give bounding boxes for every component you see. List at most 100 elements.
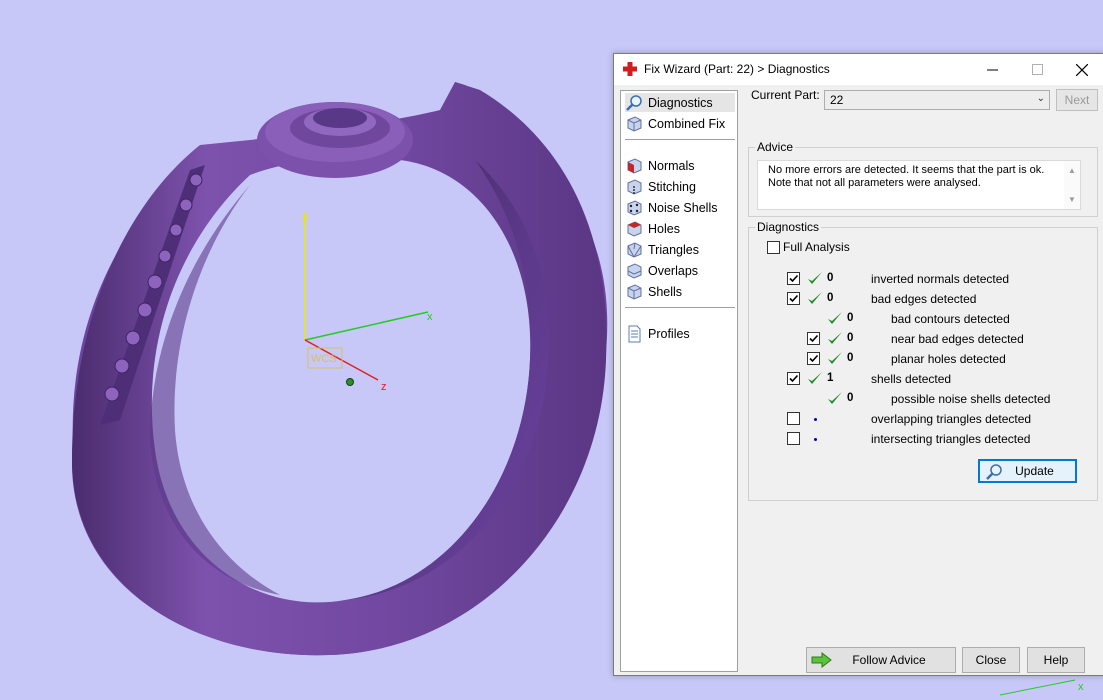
row-checkbox[interactable]: [807, 352, 820, 365]
update-label: Update: [1015, 464, 1054, 478]
close-button[interactable]: Close: [962, 647, 1020, 673]
nav-item-overlaps[interactable]: Overlaps: [625, 261, 735, 280]
wizard-navigation: Diagnostics Combined Fix Normals Stitchi…: [620, 90, 738, 672]
close-icon: [1076, 63, 1088, 76]
nav-item-holes[interactable]: Holes: [625, 219, 735, 238]
nav-label-triangles: Triangles: [648, 242, 699, 257]
row-count: 0: [827, 272, 834, 284]
nav-label-stitching: Stitching: [648, 179, 696, 194]
scroll-up-icon: ▲: [1068, 166, 1076, 175]
green-checkmark-icon: [806, 270, 824, 288]
holes-icon: [627, 220, 642, 237]
shells-icon: [627, 283, 642, 300]
nav-item-combined-fix[interactable]: Combined Fix: [625, 114, 735, 133]
x-axis-label: x: [427, 311, 433, 323]
row-count: 0: [827, 292, 834, 304]
close-label: Close: [975, 653, 1007, 667]
row-checkbox[interactable]: [787, 412, 800, 425]
minimize-button[interactable]: [969, 54, 1015, 85]
current-part-select[interactable]: 22 ⌄: [824, 90, 1050, 110]
row-count: 1: [827, 372, 834, 384]
advice-line-2: Note that not all parameters were analys…: [768, 177, 981, 189]
maximize-button[interactable]: [1014, 54, 1060, 85]
row-count: 0: [847, 332, 854, 344]
nav-label-overlaps: Overlaps: [648, 263, 699, 278]
row-label: possible noise shells detected: [891, 392, 1051, 406]
green-arrow-icon: [811, 652, 832, 668]
row-label: intersecting triangles detected: [871, 432, 1031, 446]
pending-dot-icon: [814, 438, 817, 441]
nav-label-profiles: Profiles: [648, 326, 690, 341]
row-label: bad contours detected: [891, 312, 1010, 326]
row-checkbox[interactable]: [787, 432, 800, 445]
green-checkmark-icon: [806, 290, 824, 308]
advice-scrollbar[interactable]: ▲ ▼: [1064, 161, 1080, 209]
help-label: Help: [1043, 653, 1069, 667]
fix-wizard-dialog: Fix Wizard (Part: 22) > Diagnostics Diag…: [613, 53, 1103, 676]
row-label: shells detected: [871, 372, 952, 386]
cube-icon: [627, 115, 642, 132]
red-cross-icon: [623, 62, 637, 76]
row-checkbox[interactable]: [787, 292, 800, 305]
full-analysis-checkbox[interactable]: [767, 241, 780, 254]
nav-divider: [625, 307, 735, 308]
follow-advice-button[interactable]: Follow Advice: [806, 647, 956, 673]
scroll-down-icon: ▼: [1068, 195, 1076, 204]
magnifier-icon: [986, 464, 1002, 480]
next-button-label: Next: [1064, 93, 1090, 107]
noise-shells-icon: [627, 199, 642, 216]
nav-item-profiles[interactable]: Profiles: [625, 324, 735, 343]
row-label: planar holes detected: [891, 352, 1006, 366]
next-button[interactable]: Next: [1056, 89, 1098, 111]
advice-text-box[interactable]: No more errors are detected. It seems th…: [757, 160, 1081, 210]
row-count: 0: [847, 312, 854, 324]
current-part-value: 22: [830, 93, 844, 107]
normals-icon: [627, 157, 642, 174]
nav-label-diagnostics: Diagnostics: [648, 95, 713, 110]
nav-item-normals[interactable]: Normals: [625, 156, 735, 175]
full-analysis-label: Full Analysis: [783, 240, 850, 254]
nav-label-holes: Holes: [648, 221, 680, 236]
maximize-icon: [1031, 64, 1043, 75]
z-axis-label: z: [381, 381, 387, 393]
help-button[interactable]: Help: [1027, 647, 1085, 673]
row-checkbox[interactable]: [787, 272, 800, 285]
advice-line-1: No more errors are detected. It seems th…: [768, 164, 1045, 176]
nav-item-noise-shells[interactable]: Noise Shells: [625, 198, 735, 217]
document-icon: [628, 325, 641, 342]
current-part-label: Current Part:: [751, 88, 820, 102]
row-label: near bad edges detected: [891, 332, 1024, 346]
row-label: bad edges detected: [871, 292, 977, 306]
update-button[interactable]: Update: [978, 459, 1077, 483]
row-count: 0: [847, 392, 854, 404]
row-checkbox[interactable]: [787, 372, 800, 385]
advice-group: Advice No more errors are detected. It s…: [748, 140, 1098, 217]
row-checkbox[interactable]: [807, 332, 820, 345]
nav-item-shells[interactable]: Shells: [625, 282, 735, 301]
green-checkmark-icon: [826, 330, 844, 348]
nav-label-shells: Shells: [648, 284, 683, 299]
close-window-button[interactable]: [1059, 54, 1103, 85]
pending-dot-icon: [814, 418, 817, 421]
green-checkmark-icon: [826, 390, 844, 408]
nav-item-stitching[interactable]: Stitching: [625, 177, 735, 196]
stitching-icon: [627, 178, 642, 195]
nav-item-triangles[interactable]: Triangles: [625, 240, 735, 259]
row-label: overlapping triangles detected: [871, 412, 1032, 426]
overlaps-icon: [627, 262, 642, 279]
nav-item-diagnostics[interactable]: Diagnostics: [625, 93, 735, 112]
nav-divider: [625, 139, 735, 140]
green-checkmark-icon: [826, 310, 844, 328]
wcs-label: WCS: [311, 353, 337, 365]
green-checkmark-icon: [826, 350, 844, 368]
svg-text:x: x: [1078, 681, 1084, 693]
title-bar[interactable]: Fix Wizard (Part: 22) > Diagnostics: [614, 54, 1103, 85]
nav-label-noise-shells: Noise Shells: [648, 200, 718, 215]
row-count: 0: [847, 352, 854, 364]
nav-label-normals: Normals: [648, 158, 695, 173]
nav-label-combined-fix: Combined Fix: [648, 116, 726, 131]
window-title: Fix Wizard (Part: 22) > Diagnostics: [644, 62, 830, 76]
green-checkmark-icon: [806, 370, 824, 388]
chevron-down-icon: ⌄: [1036, 93, 1045, 104]
follow-advice-label: Follow Advice: [852, 653, 926, 667]
